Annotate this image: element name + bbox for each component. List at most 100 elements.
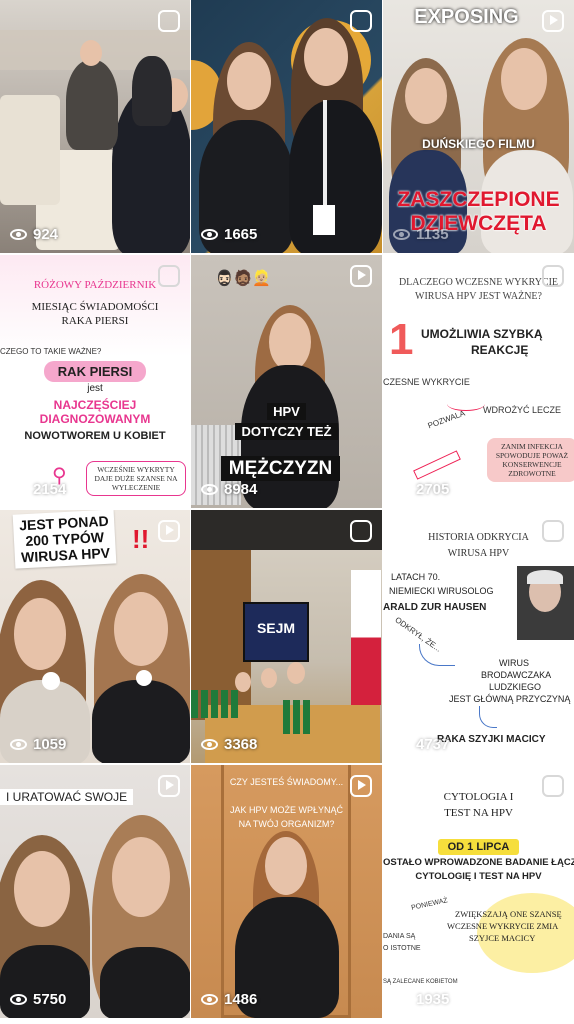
header-line-2: WIRUSA HPV [447, 548, 510, 559]
view-count: 2154 [10, 481, 66, 498]
reel-tile-6[interactable]: DLACZEGO WCZESNE WYKRYCIE WIRUSA HPV JES… [383, 255, 574, 508]
body-line-3: ARALD ZUR HAUSEN [383, 602, 487, 613]
caption-text: I URATOWAĆ SWOJE [0, 789, 134, 805]
person-face [235, 672, 251, 692]
headline-line-1: ZASZCZEPIONE [397, 188, 560, 211]
eye-icon [10, 739, 27, 750]
reel-play-icon [350, 775, 372, 797]
emoji-faces: 🧔🏻‍♂️🧔🏽👱🏼 [215, 270, 272, 287]
woman-face [14, 598, 66, 670]
eye-icon [10, 484, 27, 495]
reel-tile-2[interactable]: 1665 [191, 0, 382, 253]
syringe-icon [413, 450, 461, 480]
caption-line-2: DOTYCZY TEŻ [191, 423, 382, 441]
reels-grid: 924 1665 EXPOSING DUŃSKIEGO FILMU ZASZCZ… [0, 0, 574, 1024]
header-line-2: WIRUSA HPV JEST WAŻNE? [415, 291, 542, 302]
multi-post-icon [158, 10, 180, 32]
view-count: 4737 [393, 736, 449, 753]
eye-icon [393, 484, 410, 495]
caption-line-3: NA TWÓJ ORGANIZM? [238, 819, 335, 829]
body-line-1: LATACH 70. [391, 572, 441, 582]
body-line-8: O ISTOTNE [383, 945, 421, 952]
body-line-7: LUDZKIEGO [489, 682, 542, 692]
exclamation-marks: !! [132, 524, 150, 554]
eye-icon [393, 994, 410, 1005]
view-count: 5750 [10, 991, 66, 1008]
woman-face [405, 68, 447, 124]
eye-icon [201, 739, 218, 750]
eye-icon [201, 484, 218, 495]
body-line-2: POZWALA [426, 408, 467, 431]
multi-post-icon [350, 10, 372, 32]
reel-tile-1[interactable]: 924 [0, 0, 190, 253]
body-line-6: SZYJCE MACICY [469, 933, 536, 943]
info-box: ZANIM INFEKCJA SPOWODUJE POWAŻ KONSERWEN… [487, 438, 574, 482]
woman-top [92, 680, 190, 763]
body-line-1: CZESNE WYKRYCIE [383, 377, 470, 387]
portrait-photo [517, 566, 574, 640]
view-count: 924 [10, 226, 58, 243]
question-text: CZEGO TO TAKIE WAŻNE? [0, 347, 102, 356]
caption-line-3: MĘŻCZYZN [191, 456, 376, 481]
reel-tile-4[interactable]: RÓŻOWY PAŹDZIERNIK MIESIĄC ŚWIADOMOŚCI R… [0, 255, 190, 508]
view-count: 1935 [393, 991, 449, 1008]
caption-line-2: JAK HPV MOŻE WPŁYNĄĆ [229, 805, 344, 815]
reel-tile-3[interactable]: EXPOSING DUŃSKIEGO FILMU ZASZCZEPIONE DZ… [383, 0, 574, 253]
jest-text: jest [87, 383, 103, 394]
woman-blazer [289, 100, 382, 253]
person-face [261, 668, 277, 688]
body-line-7: DANIA SĄ [383, 933, 416, 940]
woman-face [227, 52, 271, 110]
title-text: EXPOSING [414, 6, 519, 28]
bottles [283, 700, 311, 734]
multi-post-icon [158, 265, 180, 287]
body-line-8: JEST GŁÓWNĄ PRZYCZYNĄ [449, 694, 571, 704]
dark-line: NOWOTWOREM U KOBIET [24, 430, 166, 442]
eye-icon [393, 229, 410, 240]
reel-tile-7[interactable]: JEST PONAD 200 TYPÓW WIRUSA HPV !! 1059 [0, 510, 190, 763]
person-seated [132, 56, 172, 126]
reel-tile-12[interactable]: CYTOLOGIA I TEST NA HPV OD 1 LIPCA OSTAŁ… [383, 765, 574, 1018]
point-heading-1: UMOŻLIWIA SZYBKĄ [421, 327, 543, 341]
header-line-2: TEST NA HPV [444, 807, 513, 819]
view-count: 1059 [10, 736, 66, 753]
point-heading-2: REAKCJĘ [471, 343, 529, 357]
reel-tile-5[interactable]: 🧔🏻‍♂️🧔🏽👱🏼 HPV DOTYCZY TEŻ MĘŻCZYZN 8984 [191, 255, 382, 508]
view-count: 3368 [201, 736, 257, 753]
body-line-4: ZWIĘKSZAJĄ ONE SZANSĘ [455, 909, 562, 919]
reel-tile-9[interactable]: HISTORIA ODKRYCIA WIRUSA HPV LATACH 70. … [383, 510, 574, 763]
eye-icon [10, 994, 27, 1005]
header-line-3: RAKA PIERSI [61, 315, 129, 327]
person-face [287, 662, 305, 684]
eye-icon [201, 229, 218, 240]
reel-tile-11[interactable]: CZY JESTEŚ ŚWIADOMY... JAK HPV MOŻE WPŁY… [191, 765, 382, 1018]
bottles [191, 690, 241, 718]
multi-post-icon [350, 520, 372, 542]
badge-card [313, 205, 335, 235]
caption-box: JEST PONAD 200 TYPÓW WIRUSA HPV [12, 510, 117, 569]
body-line-5: WIRUS [499, 658, 529, 668]
person-seated [66, 60, 118, 150]
reel-play-icon [158, 775, 180, 797]
body-line-9: SĄ ZALECANE KOBIETOM [383, 979, 458, 985]
body-line-3: PONIEWAŻ [410, 897, 449, 912]
view-count: 1665 [201, 226, 257, 243]
body-line-2: CYTOLOGIĘ I TEST NA HPV [415, 871, 542, 882]
person-face [80, 40, 102, 66]
multi-post-icon [542, 520, 564, 542]
arrow-icon [419, 644, 455, 666]
woman-face [265, 837, 307, 895]
arrow-icon [479, 706, 497, 728]
reel-tile-8[interactable]: SEJM 3368 [191, 510, 382, 763]
woman-top [100, 947, 190, 1018]
flag [351, 570, 381, 705]
reel-tile-10[interactable]: I URATOWAĆ SWOJE 5750 [0, 765, 190, 1018]
view-count: 2705 [393, 481, 449, 498]
eye-icon [201, 994, 218, 1005]
lanyard [323, 100, 327, 210]
arrow-icon [447, 397, 485, 411]
topic-pill: RAK PIERSI [0, 361, 190, 382]
body-line-6: BRODAWCZAKA [481, 670, 552, 680]
woman-face [304, 28, 348, 86]
reel-play-icon [350, 265, 372, 287]
